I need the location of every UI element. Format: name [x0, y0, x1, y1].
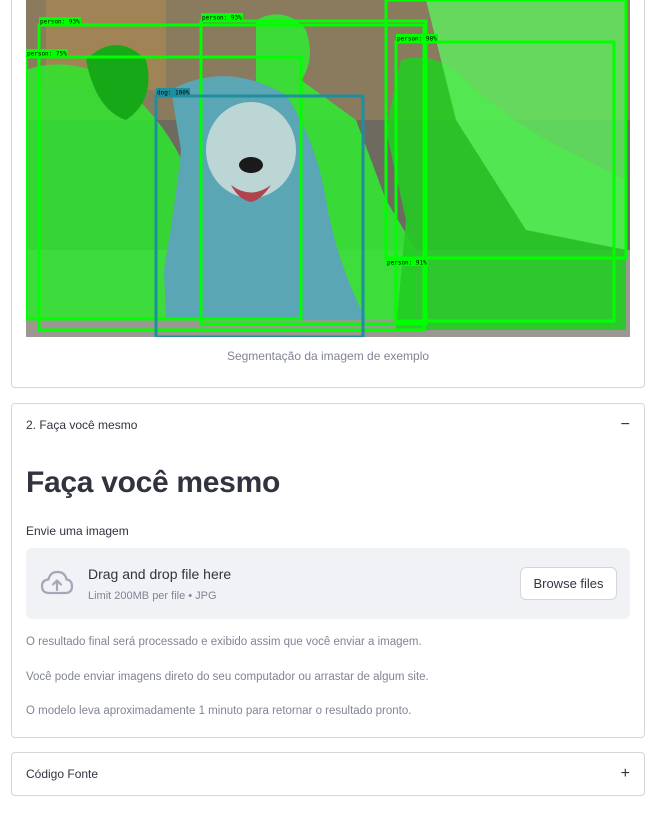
- source-code-expander: Código Fonte +: [11, 752, 645, 796]
- upload-label: Envie uma imagem: [26, 524, 129, 538]
- info-text-3: O modelo leva aproximadamente 1 minuto p…: [26, 705, 412, 717]
- source-code-expander-header[interactable]: Código Fonte +: [12, 753, 644, 795]
- file-dropzone[interactable]: Drag and drop file here Limit 200MB per …: [26, 548, 630, 619]
- dropzone-instructions: Drag and drop file here: [88, 566, 232, 582]
- detection-label: person: 75%: [27, 51, 67, 58]
- detection-label: person: 91%: [387, 260, 427, 267]
- diy-expander-title: 2. Faça você mesmo: [26, 418, 138, 432]
- collapse-icon[interactable]: −: [621, 416, 630, 434]
- browse-files-button[interactable]: Browse files: [520, 567, 617, 600]
- cloud-upload-icon: [40, 570, 74, 601]
- expand-icon[interactable]: +: [621, 765, 630, 783]
- detection-label: person: 98%: [397, 36, 437, 43]
- info-text-1: O resultado final será processado e exib…: [26, 636, 422, 648]
- segmentation-image: person: 93% person: 75% person: 93% dog:…: [26, 0, 630, 337]
- page-title: Faça você mesmo: [26, 466, 280, 499]
- diy-expander-header[interactable]: 2. Faça você mesmo −: [12, 404, 644, 446]
- diy-expander: 2. Faça você mesmo − Faça você mesmo Env…: [11, 403, 645, 738]
- detection-label: person: 93%: [202, 15, 242, 22]
- detection-label: person: 93%: [40, 19, 80, 26]
- dropzone-limit: Limit 200MB per file • JPG: [88, 590, 217, 602]
- source-code-title: Código Fonte: [26, 767, 99, 781]
- image-caption: Segmentação da imagem de exemplo: [226, 349, 430, 363]
- detection-label: dog: 100%: [157, 90, 190, 97]
- info-text-2: Você pode enviar imagens direto do seu c…: [26, 671, 429, 683]
- segmentation-card: person: 93% person: 75% person: 93% dog:…: [11, 0, 645, 388]
